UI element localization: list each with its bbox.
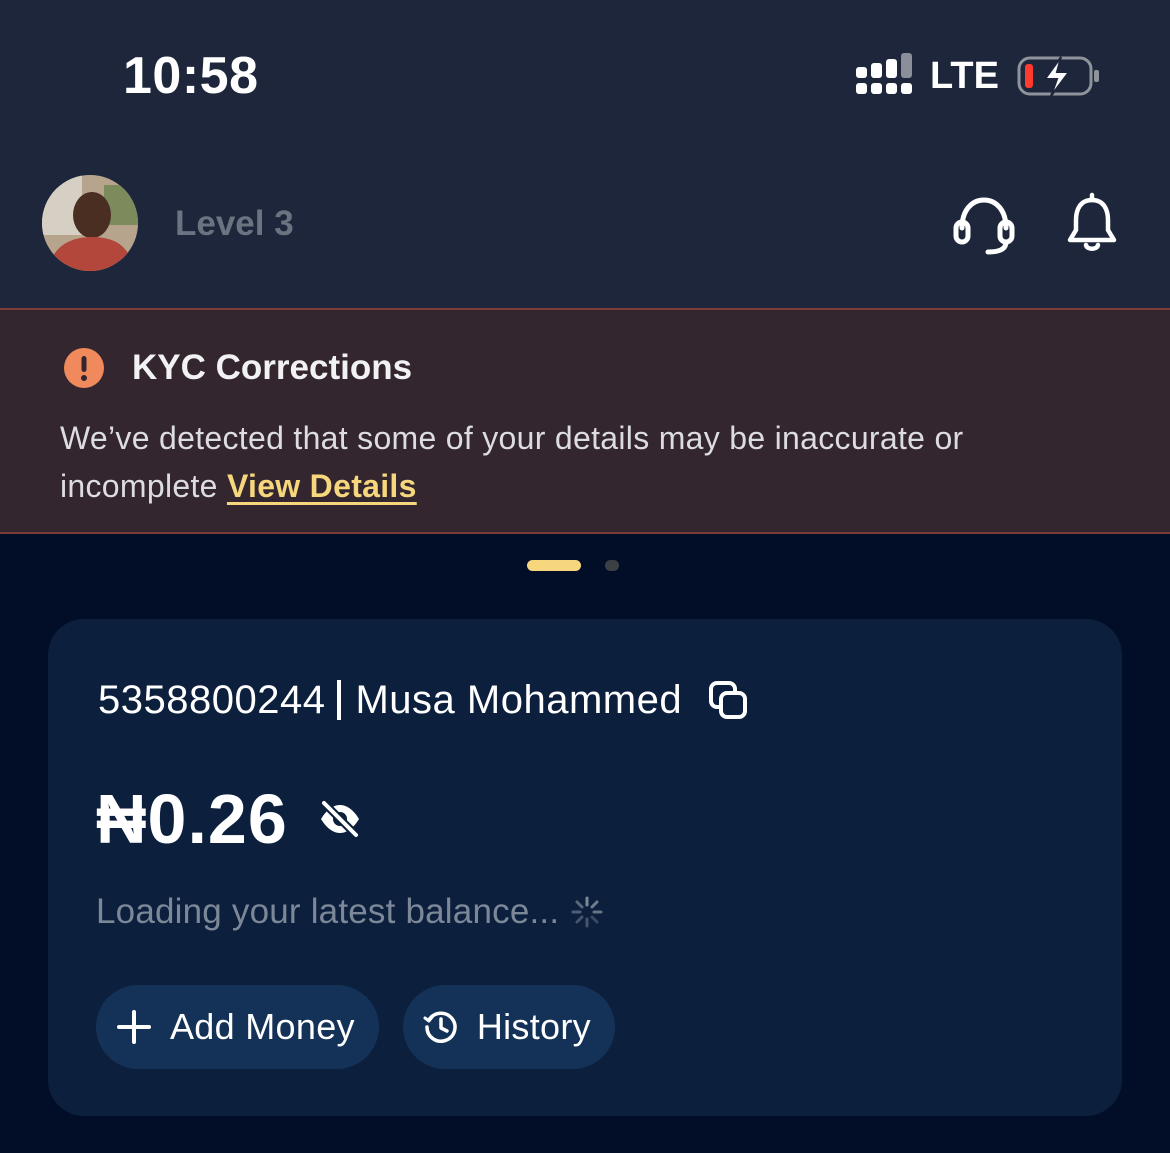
history-label: History [476, 1006, 591, 1047]
add-money-button[interactable]: Add Money [96, 985, 379, 1069]
history-button[interactable]: History [402, 985, 615, 1069]
kyc-title: KYC Corrections [132, 348, 413, 387]
headset-support-icon[interactable] [948, 188, 1020, 260]
plus-icon [117, 1010, 151, 1044]
loading-balance-text: Loading your latest balance... [96, 892, 560, 931]
pager-dot[interactable] [605, 560, 619, 571]
alert-icon [64, 348, 104, 388]
view-details-link[interactable]: View Details [227, 468, 417, 504]
network-label: LTE [930, 55, 999, 97]
action-buttons: Add Money History [96, 985, 639, 1069]
eye-off-icon[interactable] [318, 797, 362, 841]
kyc-message: We’ve detected that some of your details… [60, 414, 1120, 510]
avatar[interactable] [42, 175, 138, 271]
account-name: Musa Mohammed [355, 678, 683, 722]
account-number: 5358800244 [98, 678, 326, 722]
avatar-photo [42, 175, 138, 271]
kyc-message-text: We’ve detected that some of your details… [60, 420, 964, 504]
top-header-area: 10:58 LTE Level 3 [0, 0, 1170, 308]
account-info: 5358800244 Musa Mohammed [98, 677, 748, 723]
balance-card: 5358800244 Musa Mohammed ₦0.26 Loading y… [48, 619, 1122, 1116]
battery-charging-icon [1017, 56, 1099, 97]
copy-icon[interactable] [708, 680, 748, 720]
kyc-banner: KYC Corrections We’ve detected that some… [0, 308, 1170, 534]
signal-icon [856, 53, 912, 94]
spinner-icon [571, 896, 603, 928]
status-indicators: LTE [856, 50, 1101, 102]
pager-dot-active[interactable] [527, 560, 581, 571]
bell-icon[interactable] [1060, 192, 1124, 256]
history-icon [423, 1011, 457, 1043]
add-money-label: Add Money [170, 1006, 355, 1047]
balance-amount: ₦0.26 [96, 780, 288, 858]
account-separator [337, 680, 342, 720]
balance-row: ₦0.26 [96, 779, 362, 859]
loading-row: Loading your latest balance... [96, 891, 603, 933]
status-time: 10:58 [123, 47, 259, 105]
carousel-pager [527, 560, 619, 571]
user-level: Level 3 [175, 204, 294, 243]
